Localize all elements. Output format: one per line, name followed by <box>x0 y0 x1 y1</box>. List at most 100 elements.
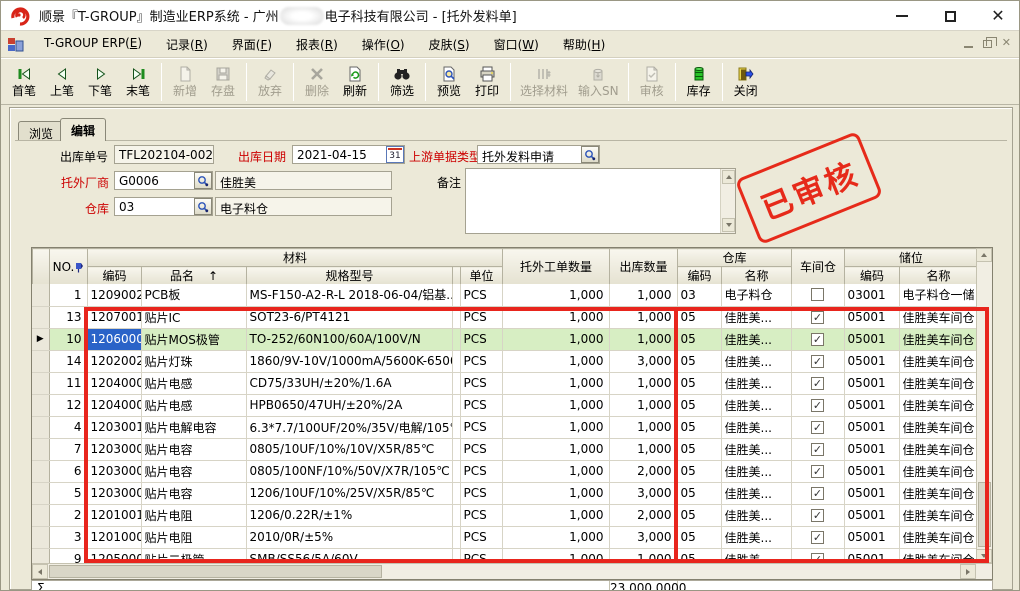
remark-scrollbar[interactable] <box>720 169 735 233</box>
row-indicator <box>32 482 49 504</box>
toolbar-button-3[interactable]: 末笔 <box>120 61 156 103</box>
cell-no[interactable]: 14 <box>49 350 87 372</box>
cell-name[interactable]: PCB板 <box>141 284 246 306</box>
col-header-wh-code[interactable]: 编码 <box>678 267 722 285</box>
toolbar-button-18: 选择材料 <box>516 61 572 103</box>
col-group-location[interactable]: 储位 <box>845 249 978 267</box>
cell-no[interactable]: 2 <box>49 504 87 526</box>
col-group-warehouse[interactable]: 仓库 <box>678 249 792 267</box>
col-header-loc-code[interactable]: 编码 <box>845 267 900 285</box>
printer-icon <box>478 65 496 83</box>
maximize-button[interactable] <box>939 5 961 27</box>
cell-wh-code[interactable]: 03 <box>677 284 721 306</box>
cell-no[interactable]: 10 <box>49 328 87 350</box>
col-header-workshop[interactable]: 车间仓 <box>792 249 845 285</box>
menu-item-7[interactable]: 帮助(H) <box>551 32 617 57</box>
checkbox-unchecked-icon[interactable] <box>811 288 824 301</box>
menu-item-2[interactable]: 界面(F) <box>220 32 284 57</box>
cell-no[interactable]: 12 <box>49 394 87 416</box>
row-indicator: ▶ <box>32 328 49 350</box>
mdi-restore-button[interactable] <box>983 40 992 48</box>
scroll-left-icon[interactable] <box>32 564 48 579</box>
doc-no-field[interactable]: TFL202104-0022 <box>114 145 214 164</box>
menu-item-0[interactable]: T-GROUP ERP(E) <box>32 32 154 57</box>
cell-wh-name[interactable]: 电子料仓 <box>721 284 791 306</box>
toolbar-button-0[interactable]: 首笔 <box>6 61 42 103</box>
toolbar-button-23[interactable]: 库存 <box>681 61 717 103</box>
menu-item-3[interactable]: 报表(R) <box>284 32 350 57</box>
vendor-code-field[interactable]: G0006 <box>114 171 213 190</box>
col-header-no[interactable]: NO. <box>50 249 88 285</box>
eraser-icon <box>261 65 279 83</box>
warehouse-lookup-button[interactable] <box>194 198 212 215</box>
remark-textarea[interactable] <box>465 168 736 234</box>
cell-code[interactable]: 12090029 <box>87 284 141 306</box>
cell-loc-name[interactable]: 电子料仓一储 <box>899 284 977 306</box>
cell-out-qty[interactable]: 1,000 <box>609 284 677 306</box>
calendar-button[interactable]: 31 <box>386 146 404 163</box>
tab-edit[interactable]: 编辑 <box>60 118 106 141</box>
col-header-pad[interactable] <box>453 267 461 285</box>
out-date-field[interactable]: 2021-04-15 31 <box>292 145 405 164</box>
preview-icon <box>440 65 458 83</box>
cell-unit[interactable]: PCS <box>460 284 502 306</box>
cell-order-qty[interactable]: 1,000 <box>502 284 609 306</box>
col-header-order-qty[interactable]: 托外工单数量 <box>503 249 610 285</box>
toolbar-button-1[interactable]: 上笔 <box>44 61 80 103</box>
toolbar-button-16[interactable]: 打印 <box>469 61 505 103</box>
upstream-type-field[interactable]: 托外发料申请 <box>477 145 600 164</box>
col-header-loc-name[interactable]: 名称 <box>900 267 978 285</box>
cell-no[interactable]: 7 <box>49 438 87 460</box>
col-header-out-qty[interactable]: 出库数量 <box>610 249 678 285</box>
grid-header: NO. 材料 托外工单数量 出库数量 仓库 车间仓 储位 编码 品名↑ 规格型号… <box>32 248 978 285</box>
col-header-code[interactable]: 编码 <box>88 267 142 285</box>
mdi-close-button[interactable]: ✕ <box>1002 36 1011 49</box>
scroll-down-icon[interactable] <box>722 218 735 232</box>
cell-loc-code[interactable]: 03001 <box>844 284 899 306</box>
mdi-minimize-button[interactable] <box>964 46 973 48</box>
cell-no[interactable]: 6 <box>49 460 87 482</box>
upstream-lookup-button[interactable] <box>581 146 599 163</box>
col-header-name[interactable]: 品名↑ <box>142 267 247 285</box>
cell-no[interactable]: 5 <box>49 482 87 504</box>
scroll-right-icon[interactable] <box>960 564 976 579</box>
col-header-spec[interactable]: 规格型号 <box>247 267 453 285</box>
minimize-button[interactable] <box>891 5 913 27</box>
scroll-up-icon[interactable] <box>722 170 735 184</box>
cell-no[interactable]: 9 <box>49 548 87 563</box>
tab-browse[interactable]: 浏览 <box>18 121 64 141</box>
toolbar-button-25[interactable]: 关闭 <box>728 61 764 103</box>
col-header-wh-name[interactable]: 名称 <box>722 267 792 285</box>
menu-item-1[interactable]: 记录(R) <box>154 32 220 57</box>
cell-no[interactable]: 4 <box>49 416 87 438</box>
menu-item-5[interactable]: 皮肤(S) <box>417 32 482 57</box>
warehouse-code-field[interactable]: 03 <box>114 197 213 216</box>
vendor-lookup-button[interactable] <box>194 172 212 189</box>
grid-horizontal-scrollbar[interactable] <box>32 563 992 579</box>
magnifier-icon <box>584 149 596 161</box>
cell-no[interactable]: 1 <box>49 284 87 306</box>
toolbar-button-11[interactable]: 刷新 <box>337 61 373 103</box>
cell-no[interactable]: 11 <box>49 372 87 394</box>
col-group-material[interactable]: 材料 <box>88 249 503 267</box>
save-icon <box>214 65 232 83</box>
cell-workshop-checkbox[interactable] <box>791 284 844 306</box>
toolbar-button-6: 存盘 <box>205 61 241 103</box>
col-header-unit[interactable]: 单位 <box>461 267 503 285</box>
nav-prev-icon <box>53 65 71 83</box>
scroll-up-icon[interactable] <box>976 248 992 262</box>
toolbar-button-2[interactable]: 下笔 <box>82 61 118 103</box>
cell-spec[interactable]: MS-F150-A2-R-L 2018-06-04/铝基... <box>246 284 452 306</box>
row-indicator <box>32 460 49 482</box>
hscroll-thumb[interactable] <box>49 565 382 578</box>
toolbar-button-15[interactable]: 预览 <box>431 61 467 103</box>
table-row[interactable]: 112090029PCB板MS-F150-A2-R-L 2018-06-04/铝… <box>32 284 977 306</box>
close-button[interactable]: ✕ <box>987 5 1009 27</box>
toolbar-button-13[interactable]: 筛选 <box>384 61 420 103</box>
new-doc-icon <box>176 65 194 83</box>
cell-no[interactable]: 3 <box>49 526 87 548</box>
menu-item-6[interactable]: 窗口(W) <box>482 32 551 57</box>
menu-bar: T-GROUP ERP(E)记录(R)界面(F)报表(R)操作(O)皮肤(S)窗… <box>1 31 1019 58</box>
menu-item-4[interactable]: 操作(O) <box>350 32 417 57</box>
cell-no[interactable]: 13 <box>49 306 87 328</box>
